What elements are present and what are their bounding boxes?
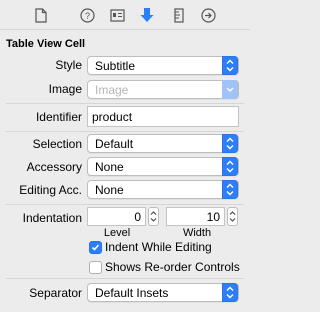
show-reorder-label: Shows Re-order Controls <box>105 260 240 274</box>
indentation-level-stepper[interactable] <box>148 207 159 226</box>
svg-text:?: ? <box>84 11 89 21</box>
help-icon[interactable]: ? <box>78 6 96 24</box>
ruler-icon[interactable] <box>170 6 188 24</box>
updown-chevron-icon <box>222 56 238 75</box>
style-label: Style <box>55 58 82 72</box>
divider <box>6 278 244 279</box>
updown-chevron-icon <box>222 157 238 176</box>
separator-value: Default Insets <box>95 286 169 300</box>
identifier-input[interactable] <box>92 110 232 124</box>
selection-value: Default <box>95 137 134 151</box>
indentation-level-field[interactable]: 0 <box>87 207 146 226</box>
editing-acc-value: None <box>95 183 124 197</box>
file-icon[interactable] <box>32 6 50 24</box>
updown-chevron-icon <box>222 134 238 153</box>
connections-icon[interactable] <box>199 6 217 24</box>
indent-while-editing-label: Indent While Editing <box>105 240 212 254</box>
accessory-popup[interactable]: None <box>87 157 239 176</box>
editing-acc-popup[interactable]: None <box>87 180 239 199</box>
identifier-field[interactable] <box>87 106 239 127</box>
divider <box>6 103 244 104</box>
indentation-width-field[interactable]: 10 <box>166 207 225 226</box>
indentation-width-stepper[interactable] <box>227 207 238 226</box>
show-reorder-checkbox[interactable] <box>89 261 102 274</box>
inspector-toolbar: ? <box>0 0 250 30</box>
attributes-icon[interactable] <box>138 6 156 24</box>
selection-label: Selection <box>32 137 82 151</box>
separator-popup[interactable]: Default Insets <box>87 283 239 302</box>
identifier-label: Identifier <box>35 110 82 124</box>
image-placeholder: Image <box>95 83 129 97</box>
chevron-down-icon[interactable] <box>222 80 238 99</box>
separator-label: Separator <box>29 286 82 300</box>
divider <box>6 204 244 205</box>
identity-icon[interactable] <box>108 6 126 24</box>
style-popup[interactable]: Subtitle <box>87 56 239 75</box>
indent-while-editing-checkbox[interactable] <box>89 241 102 254</box>
divider <box>6 131 244 132</box>
image-label: Image <box>48 82 82 96</box>
width-sublabel: Width <box>182 227 212 239</box>
updown-chevron-icon <box>222 180 238 199</box>
image-combobox[interactable]: Image <box>87 80 239 99</box>
style-value: Subtitle <box>95 59 136 73</box>
indentation-level-value: 0 <box>134 210 141 224</box>
indentation-label: Indentation <box>22 211 82 225</box>
updown-chevron-icon <box>222 283 238 302</box>
accessory-value: None <box>95 160 124 174</box>
editing-acc-label: Editing Acc. <box>19 183 82 197</box>
section-title: Table View Cell <box>6 38 86 50</box>
accessory-label: Accessory <box>26 160 82 174</box>
level-sublabel: Level <box>103 227 131 239</box>
indentation-width-value: 10 <box>206 210 220 224</box>
selection-popup[interactable]: Default <box>87 134 239 153</box>
